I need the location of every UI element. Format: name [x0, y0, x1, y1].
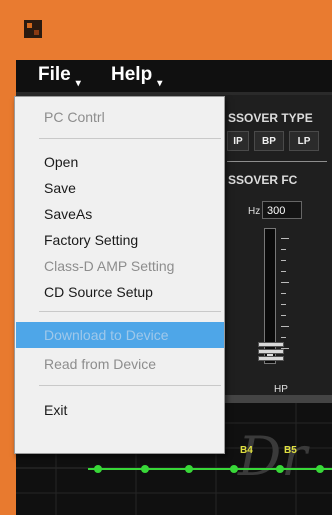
menu-bar: File ▾ Help ▾: [16, 60, 332, 92]
app-icon[interactable]: [24, 20, 42, 38]
eq-response-line: [88, 468, 332, 470]
chevron-down-icon: ▾: [75, 78, 81, 89]
slider-thumb-bar: [258, 342, 284, 347]
eq-band-handle[interactable]: [185, 465, 193, 473]
crossover-type-title: SSOVER TYPE: [228, 111, 313, 125]
menu-item-read-from-device[interactable]: Read from Device: [16, 352, 224, 376]
slider-tick: [281, 271, 286, 272]
hz-label: Hz: [248, 206, 261, 217]
crossover-type-bp-button[interactable]: BP: [254, 131, 284, 151]
slider-tick: [281, 293, 286, 294]
eq-band-handle[interactable]: [316, 465, 324, 473]
slider-tick: [281, 304, 286, 305]
slider-tick: [281, 238, 289, 239]
menu-item-pc-contrl[interactable]: PC Contrl: [16, 105, 224, 129]
menu-separator: [39, 385, 221, 386]
frequency-input[interactable]: 300: [262, 201, 302, 219]
eq-band-handle[interactable]: [230, 465, 238, 473]
slider-thumb-bar: [258, 356, 284, 361]
chevron-down-icon: ▾: [157, 78, 163, 89]
menu-item-save[interactable]: Save: [16, 176, 224, 200]
eq-watermark: Dr: [238, 425, 308, 488]
eq-band-handle[interactable]: [94, 465, 102, 473]
menu-separator: [39, 311, 221, 312]
slider-tick: [281, 337, 286, 338]
eq-band-label: B5: [284, 445, 297, 456]
eq-band-handle[interactable]: [141, 465, 149, 473]
menu-separator: [39, 138, 221, 139]
file-dropdown-menu: PC Contrl Open Save SaveAs Factory Setti…: [14, 96, 225, 454]
crossover-fc-title: SSOVER FC: [228, 173, 298, 187]
menu-help[interactable]: Help ▾: [111, 64, 162, 89]
menu-item-download-to-device[interactable]: Download to Device: [16, 322, 224, 348]
menu-item-cd-source-setup[interactable]: CD Source Setup: [16, 280, 224, 304]
slider-tick: [281, 282, 289, 283]
crossover-type-ip-button[interactable]: IP: [227, 131, 249, 151]
menu-file[interactable]: File ▾: [38, 64, 81, 89]
slider-tick: [281, 326, 289, 327]
menu-item-open[interactable]: Open: [16, 150, 224, 174]
menu-help-label: Help: [111, 64, 153, 85]
frequency-slider-thumb[interactable]: [258, 342, 284, 368]
menu-item-factory-setting[interactable]: Factory Setting: [16, 228, 224, 252]
title-bar: [0, 0, 332, 60]
hp-label: HP: [274, 384, 288, 395]
menu-item-class-d-amp-setting[interactable]: Class-D AMP Setting: [16, 254, 224, 278]
crossover-type-lp-button[interactable]: LP: [289, 131, 319, 151]
menu-item-exit[interactable]: Exit: [16, 398, 224, 422]
crossover-divider: [227, 161, 327, 162]
slider-tick: [281, 315, 286, 316]
menu-file-label: File: [38, 64, 71, 85]
slider-ticks: [281, 238, 293, 349]
slider-tick: [281, 249, 286, 250]
eq-band-label: B4: [240, 445, 253, 456]
eq-band-handle[interactable]: [276, 465, 284, 473]
slider-thumb-bar: [258, 349, 284, 354]
slider-tick: [281, 260, 286, 261]
menu-item-save-as[interactable]: SaveAs: [16, 202, 224, 226]
